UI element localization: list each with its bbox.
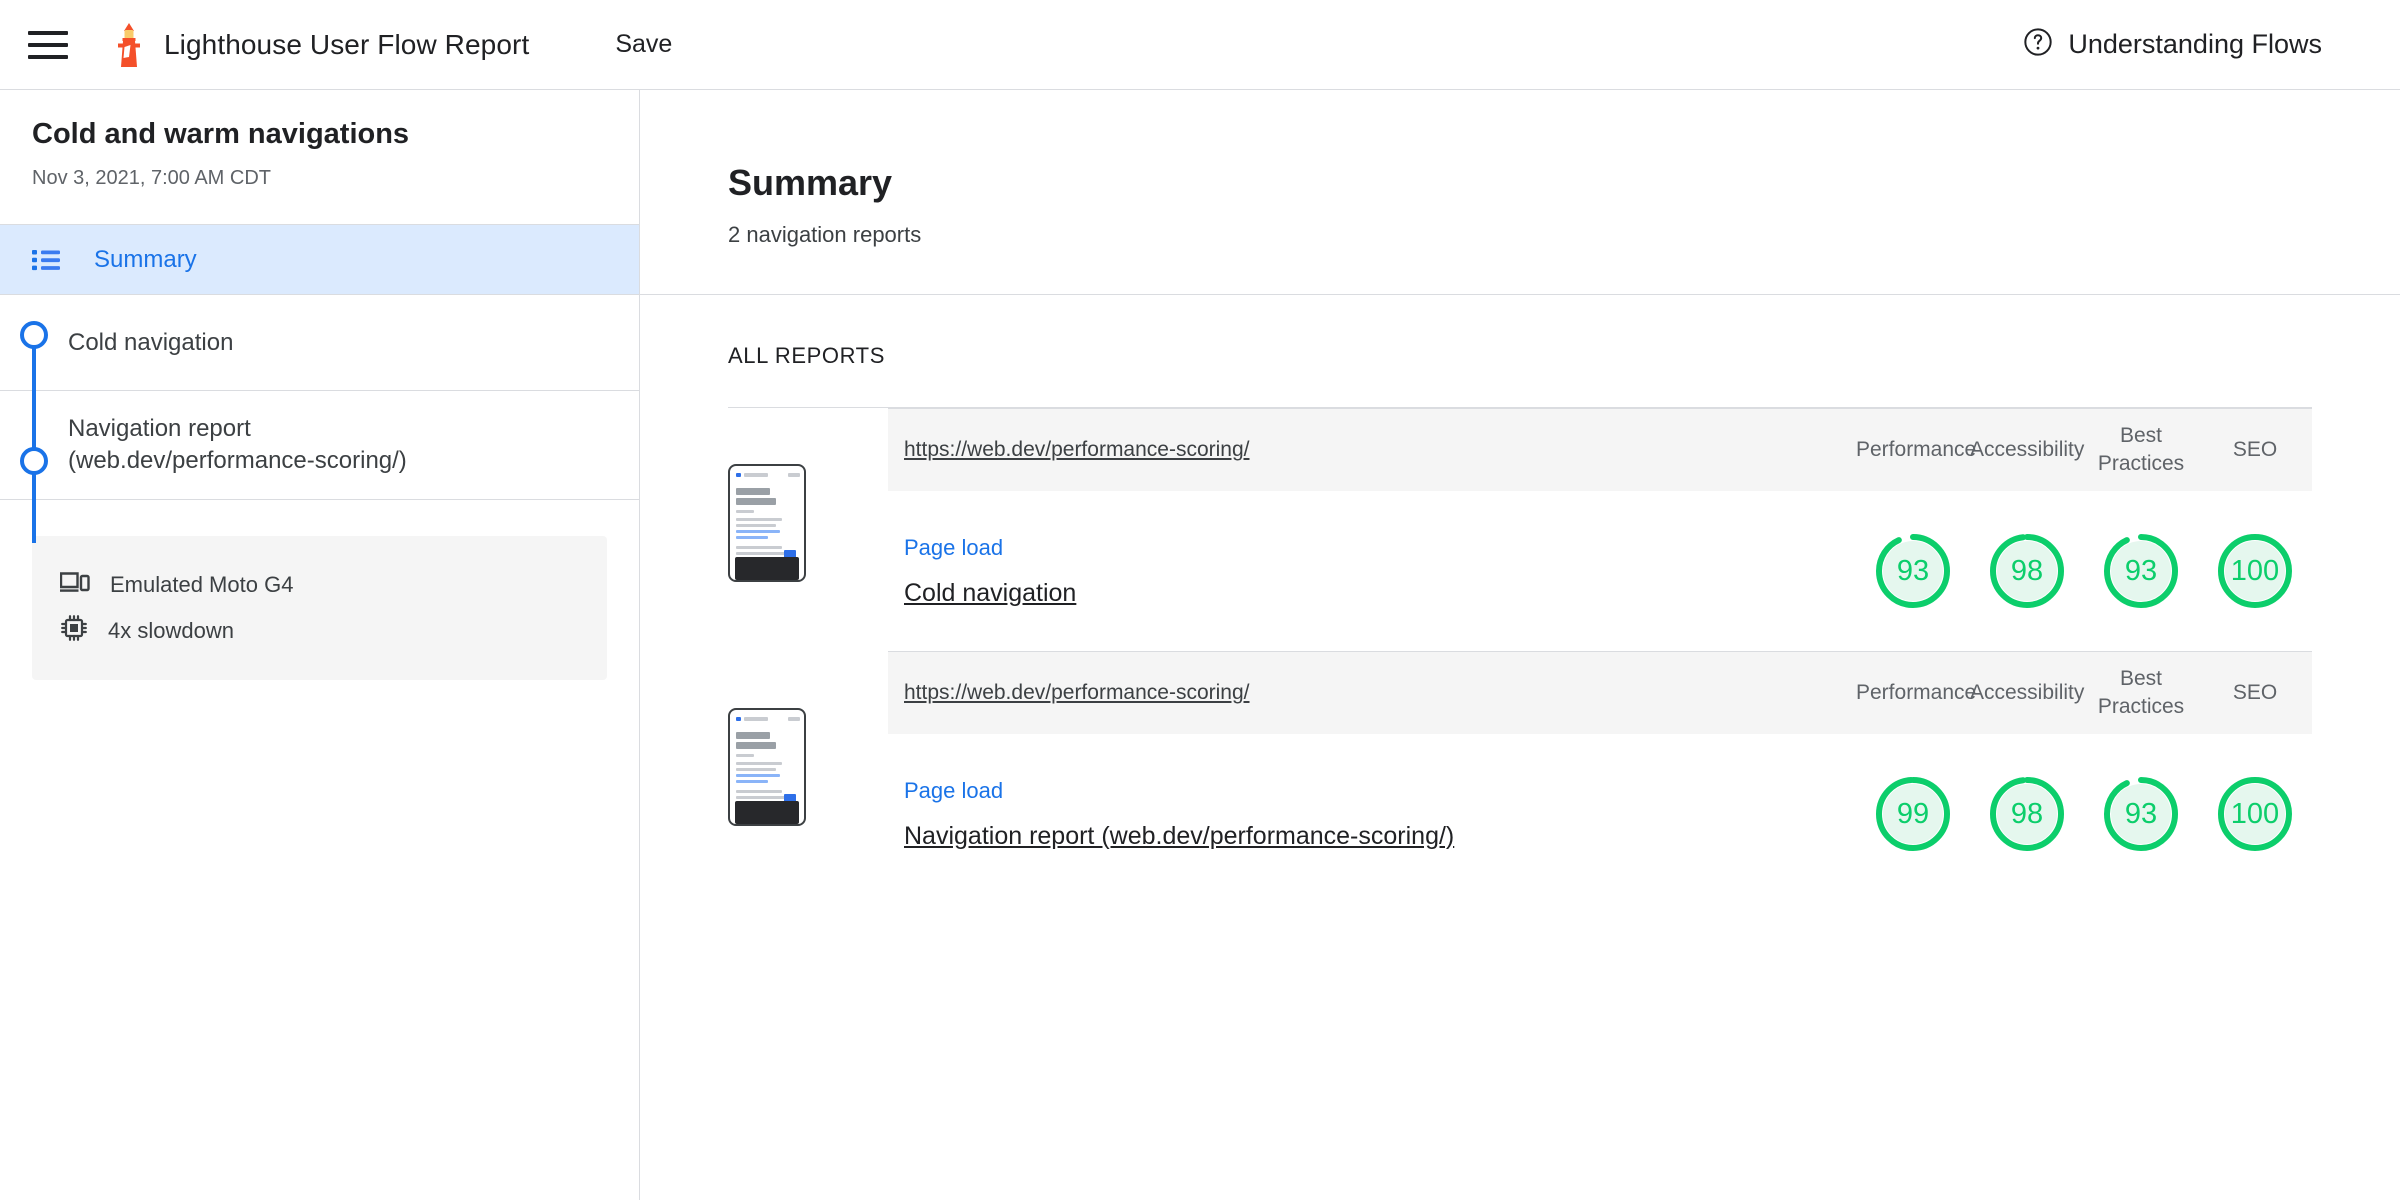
environment-device-row: Emulated Moto G4 bbox=[59, 562, 579, 608]
column-header-accessibility-2: Accessibility bbox=[1970, 681, 2085, 705]
score-gauge-performance-2: 99 bbox=[1872, 773, 1954, 855]
column-header-accessibility: Accessibility bbox=[1970, 438, 2085, 462]
report-score-row-1: Page load Cold navigation 93 98 93 100 bbox=[888, 491, 2312, 651]
device-mobile-icon bbox=[59, 570, 90, 599]
gate-label-2[interactable]: Page load bbox=[904, 778, 1856, 804]
gauge-cell-accessibility-2[interactable]: 98 bbox=[1970, 773, 2084, 855]
score-gauge-best-practices-1: 93 bbox=[2100, 530, 2182, 612]
reports-list: https://web.dev/performance-scoring/ Per… bbox=[728, 408, 2312, 894]
lighthouse-logo-icon bbox=[114, 22, 144, 67]
report-score-row-2: Page load Navigation report (web.dev/per… bbox=[888, 734, 2312, 894]
understanding-flows-link[interactable]: Understanding Flows bbox=[2022, 26, 2322, 63]
column-header-seo-2: SEO bbox=[2232, 681, 2278, 705]
gauge-cell-performance-1[interactable]: 93 bbox=[1856, 530, 1970, 612]
save-button[interactable]: Save bbox=[605, 24, 682, 65]
step-name-1[interactable]: Cold navigation bbox=[904, 579, 1076, 607]
report-block-2: https://web.dev/performance-scoring/ Per… bbox=[728, 651, 2312, 894]
score-gauge-seo-2: 100 bbox=[2214, 773, 2296, 855]
sidebar-item-step-1[interactable]: Cold navigation bbox=[0, 295, 639, 413]
column-header-best-practices: Best Practices bbox=[2097, 424, 2185, 475]
report-names-1: Page load Cold navigation bbox=[904, 535, 1856, 608]
sidebar-flow-header: Cold and warm navigations Nov 3, 2021, 7… bbox=[0, 90, 639, 225]
cpu-chip-icon bbox=[60, 614, 88, 647]
environment-info-box: Emulated Moto G4 4x slowdown bbox=[32, 535, 607, 680]
sidebar: Cold and warm navigations Nov 3, 2021, 7… bbox=[0, 90, 640, 1200]
score-gauge-accessibility-1: 98 bbox=[1986, 530, 2068, 612]
report-names-2: Page load Navigation report (web.dev/per… bbox=[904, 778, 1856, 851]
environment-device-label: Emulated Moto G4 bbox=[110, 571, 294, 597]
column-header-performance-2: Performance bbox=[1856, 681, 1977, 705]
score-gauge-best-practices-2: 93 bbox=[2100, 773, 2182, 855]
report-block-1: https://web.dev/performance-scoring/ Per… bbox=[728, 408, 2312, 651]
score-value-performance-1: 93 bbox=[1896, 554, 1930, 587]
score-gauge-performance-1: 93 bbox=[1872, 530, 1954, 612]
score-gauge-accessibility-2: 98 bbox=[1986, 773, 2068, 855]
score-value-accessibility-1: 98 bbox=[2010, 554, 2044, 587]
list-bullet-icon bbox=[32, 249, 60, 271]
summary-header: Summary 2 navigation reports bbox=[640, 90, 2400, 295]
gate-label-1[interactable]: Page load bbox=[904, 535, 1856, 561]
score-value-best-practices-2: 93 bbox=[2124, 797, 2158, 830]
score-value-seo-2: 100 bbox=[2230, 797, 2280, 830]
score-value-accessibility-2: 98 bbox=[2010, 797, 2044, 830]
timeline-marker-step-1 bbox=[0, 317, 68, 413]
column-header-seo: SEO bbox=[2232, 438, 2278, 462]
report-url-2[interactable]: https://web.dev/performance-scoring/ bbox=[904, 681, 1856, 705]
gauge-cell-accessibility-1[interactable]: 98 bbox=[1970, 530, 2084, 612]
score-value-performance-2: 99 bbox=[1896, 797, 1930, 830]
report-header-row-1: https://web.dev/performance-scoring/ Per… bbox=[888, 408, 2312, 491]
timeline-marker-step-2 bbox=[0, 413, 68, 543]
step-name-2[interactable]: Navigation report (web.dev/performance-s… bbox=[904, 822, 1454, 850]
summary-title: Summary bbox=[728, 162, 893, 203]
help-circle-icon bbox=[2022, 26, 2054, 63]
all-reports-label: ALL REPORTS bbox=[728, 343, 885, 368]
column-header-performance: Performance bbox=[1856, 438, 1977, 462]
gauge-cell-seo-2[interactable]: 100 bbox=[2198, 773, 2312, 855]
environment-cpu-label: 4x slowdown bbox=[108, 617, 234, 643]
score-value-seo-1: 100 bbox=[2230, 554, 2280, 587]
sidebar-item-summary[interactable]: Summary bbox=[0, 225, 639, 295]
environment-cpu-row: 4x slowdown bbox=[60, 608, 579, 654]
gauge-cell-best-practices-2[interactable]: 93 bbox=[2084, 773, 2198, 855]
gauge-cell-performance-2[interactable]: 99 bbox=[1856, 773, 1970, 855]
understanding-flows-label: Understanding Flows bbox=[2068, 29, 2322, 59]
main-content: Summary 2 navigation reports ALL REPORTS bbox=[640, 90, 2400, 1200]
report-url-1[interactable]: https://web.dev/performance-scoring/ bbox=[904, 438, 1856, 462]
sidebar-item-step-2[interactable]: Navigation report (web.dev/performance-s… bbox=[0, 391, 639, 543]
score-value-best-practices-1: 93 bbox=[2124, 554, 2158, 587]
sidebar-item-step-2-label: Navigation report (web.dev/performance-s… bbox=[68, 415, 407, 474]
app-header: Lighthouse User Flow Report Save Underst… bbox=[0, 0, 2400, 90]
gauge-cell-best-practices-1[interactable]: 93 bbox=[2084, 530, 2198, 612]
gauge-cell-seo-1[interactable]: 100 bbox=[2198, 530, 2312, 612]
hamburger-menu-icon[interactable] bbox=[28, 30, 68, 59]
report-header-row-2: https://web.dev/performance-scoring/ Per… bbox=[888, 651, 2312, 734]
flow-title: Cold and warm navigations bbox=[32, 118, 410, 150]
column-header-best-practices-2: Best Practices bbox=[2097, 667, 2185, 718]
flow-timestamp: Nov 3, 2021, 7:00 AM CDT bbox=[32, 167, 272, 189]
sidebar-item-step-1-label: Cold navigation bbox=[68, 328, 234, 356]
page-title: Lighthouse User Flow Report bbox=[164, 28, 530, 60]
summary-subtitle: 2 navigation reports bbox=[728, 222, 922, 247]
score-gauge-seo-1: 100 bbox=[2214, 530, 2296, 612]
sidebar-item-summary-label: Summary bbox=[94, 245, 197, 273]
